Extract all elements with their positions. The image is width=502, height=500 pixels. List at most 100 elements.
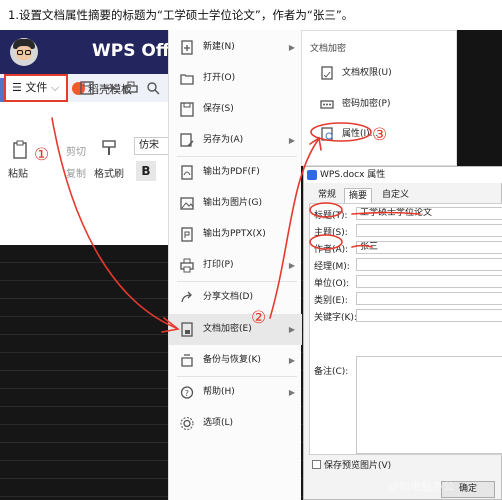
format-painter-label[interactable]: 格式刷 [94, 165, 124, 180]
tab-custom[interactable]: 自定义 [378, 188, 413, 203]
checkbox-box[interactable] [312, 460, 321, 469]
menu-item-save-as[interactable]: 另存为(A) ▶ [169, 125, 302, 156]
svg-text:?: ? [185, 389, 189, 398]
menu-item-label: 帮助(H) [203, 387, 235, 397]
save-icon[interactable] [80, 81, 94, 95]
watermark: @新电脑办公 [388, 480, 454, 493]
menu-item-label: 保存(S) [203, 104, 234, 114]
bold-button[interactable]: B [136, 161, 156, 181]
menu-item-label: 打印(P) [203, 260, 234, 270]
app-title: WPS Offi [92, 41, 175, 61]
category-field[interactable] [356, 292, 502, 305]
chevron-down-icon: ⌵ [47, 81, 60, 94]
menu-item-save[interactable]: 保存(S) [169, 94, 302, 125]
backup-icon [181, 354, 193, 367]
company-field[interactable] [356, 275, 502, 288]
menu-item-label: 另存为(A) [203, 135, 244, 145]
comments-label: 备注(C): [314, 367, 349, 377]
menu-item-label: 输出为图片(G) [203, 198, 262, 208]
save-preview-checkbox[interactable]: 保存预览图片(V) [312, 458, 391, 471]
chevron-right-icon: ▶ [288, 325, 295, 334]
help-icon: ? [180, 386, 194, 399]
submenu-item-label: 文档权限(U) [342, 68, 392, 78]
avatar[interactable] [10, 38, 38, 66]
chevron-right-icon: ▶ [288, 43, 295, 52]
menu-item-open[interactable]: 打开(O) [169, 63, 302, 94]
manager-label: 经理(M): [314, 262, 350, 272]
submenu-item-password[interactable]: 密码加密(P) [302, 89, 456, 119]
encrypt-icon [181, 322, 193, 337]
paste-label[interactable]: 粘贴 [8, 165, 28, 180]
manager-field[interactable] [356, 258, 502, 271]
comments-field[interactable] [356, 356, 502, 454]
submenu-item-permission[interactable]: 文档权限(U) [302, 58, 456, 88]
file-menu-button[interactable]: ☰ 文件 ⌵ [4, 74, 68, 102]
menu-item-share[interactable]: 分享文档(D) [169, 282, 302, 313]
properties-dialog: WPS.docx 属性 常规 摘要 自定义 标题(T): 工学硕士学位论文 主题… [303, 166, 502, 500]
hamburger-icon: ☰ [12, 81, 26, 94]
save-preview-label: 保存预览图片(V) [324, 461, 392, 471]
author-field[interactable]: 张三 [356, 241, 502, 254]
menu-item-export-pdf[interactable]: 输出为PDF(F) [169, 157, 302, 188]
submenu-item-properties[interactable]: 属性(I)... [302, 119, 456, 149]
paste-icon[interactable] [12, 140, 30, 160]
menu-item-export-pptx[interactable]: 输出为PPTX(X) [169, 219, 302, 250]
cut-button[interactable]: 剪切 [66, 143, 86, 158]
menu-item-print[interactable]: 打印(P) ▶ [169, 250, 302, 281]
encrypt-submenu: 文档加密 文档权限(U) 密码加密(P) 属性(I)... [301, 30, 457, 166]
summary-panel: 标题(T): 工学硕士学位论文 主题(S): 作者(A): 张三 经理(M): … [309, 203, 502, 455]
wps-writer-icon [307, 170, 317, 180]
keywords-label: 关键字(K): [314, 313, 357, 323]
file-menu: 新建(N) ▶ 打开(O) 保存(S) 另存为(A) ▶ 输出为PDF(F) 输… [168, 30, 302, 500]
menu-item-label: 输出为PPTX(X) [203, 229, 266, 239]
menu-item-label: 输出为PDF(F) [203, 167, 260, 177]
copy-button[interactable]: 复制 [66, 165, 86, 180]
pptx-icon [181, 227, 193, 242]
file-button-label: 文件 [25, 81, 48, 94]
author-label: 作者(A): [314, 245, 349, 255]
title-bar: WPS Offi [0, 30, 175, 74]
save-as-icon [180, 133, 194, 147]
menu-item-label: 选项(L) [203, 418, 234, 428]
format-painter-icon[interactable] [100, 139, 118, 157]
folder-icon [180, 74, 194, 85]
menu-item-help[interactable]: ? 帮助(H) ▶ [169, 377, 302, 408]
menu-item-new[interactable]: 新建(N) ▶ [169, 32, 302, 63]
submenu-title: 文档加密 [310, 44, 347, 54]
print-icon [180, 258, 194, 273]
menu-item-backup[interactable]: 备份与恢复(K) ▶ [169, 345, 302, 376]
subject-field[interactable] [356, 224, 502, 237]
dialog-title: WPS.docx 属性 [320, 170, 386, 180]
properties-icon [321, 127, 333, 141]
permission-icon [321, 66, 333, 80]
export-icon[interactable] [102, 81, 116, 95]
save-icon [180, 102, 194, 117]
menu-item-label: 备份与恢复(K) [203, 355, 261, 365]
menu-item-label: 打开(O) [203, 73, 236, 83]
menu-item-label: 新建(N) [203, 42, 235, 52]
tab-summary[interactable]: 摘要 [344, 188, 373, 203]
menu-item-encrypt[interactable]: 文档加密(E) ▶ [169, 314, 302, 345]
submenu-item-label: 密码加密(P) [342, 99, 391, 109]
image-icon [180, 197, 194, 210]
gear-icon [180, 417, 194, 430]
menu-item-label: 分享文档(D) [203, 292, 253, 302]
chevron-right-icon: ▶ [288, 356, 295, 365]
title-field[interactable]: 工学硕士学位论文 [356, 207, 502, 220]
chevron-right-icon: ▶ [288, 136, 295, 145]
category-label: 类别(E): [314, 296, 348, 306]
preview-icon[interactable] [146, 81, 160, 95]
chevron-right-icon: ▶ [288, 388, 295, 397]
password-icon [320, 100, 334, 109]
chevron-right-icon: ▶ [288, 261, 295, 270]
menu-item-export-image[interactable]: 输出为图片(G) [169, 188, 302, 219]
print-icon[interactable] [124, 81, 138, 95]
menu-item-options[interactable]: 选项(L) [169, 408, 302, 439]
tab-general[interactable]: 常规 [314, 188, 340, 203]
instruction-caption: 1.设置文档属性摘要的标题为“工学硕士学位论文”，作者为“张三”。 [0, 0, 502, 30]
share-icon [181, 291, 192, 303]
company-label: 单位(O): [314, 279, 350, 289]
menu-item-label: 文档加密(E) [203, 324, 252, 334]
keywords-field[interactable] [356, 309, 502, 322]
pdf-icon [181, 165, 193, 180]
